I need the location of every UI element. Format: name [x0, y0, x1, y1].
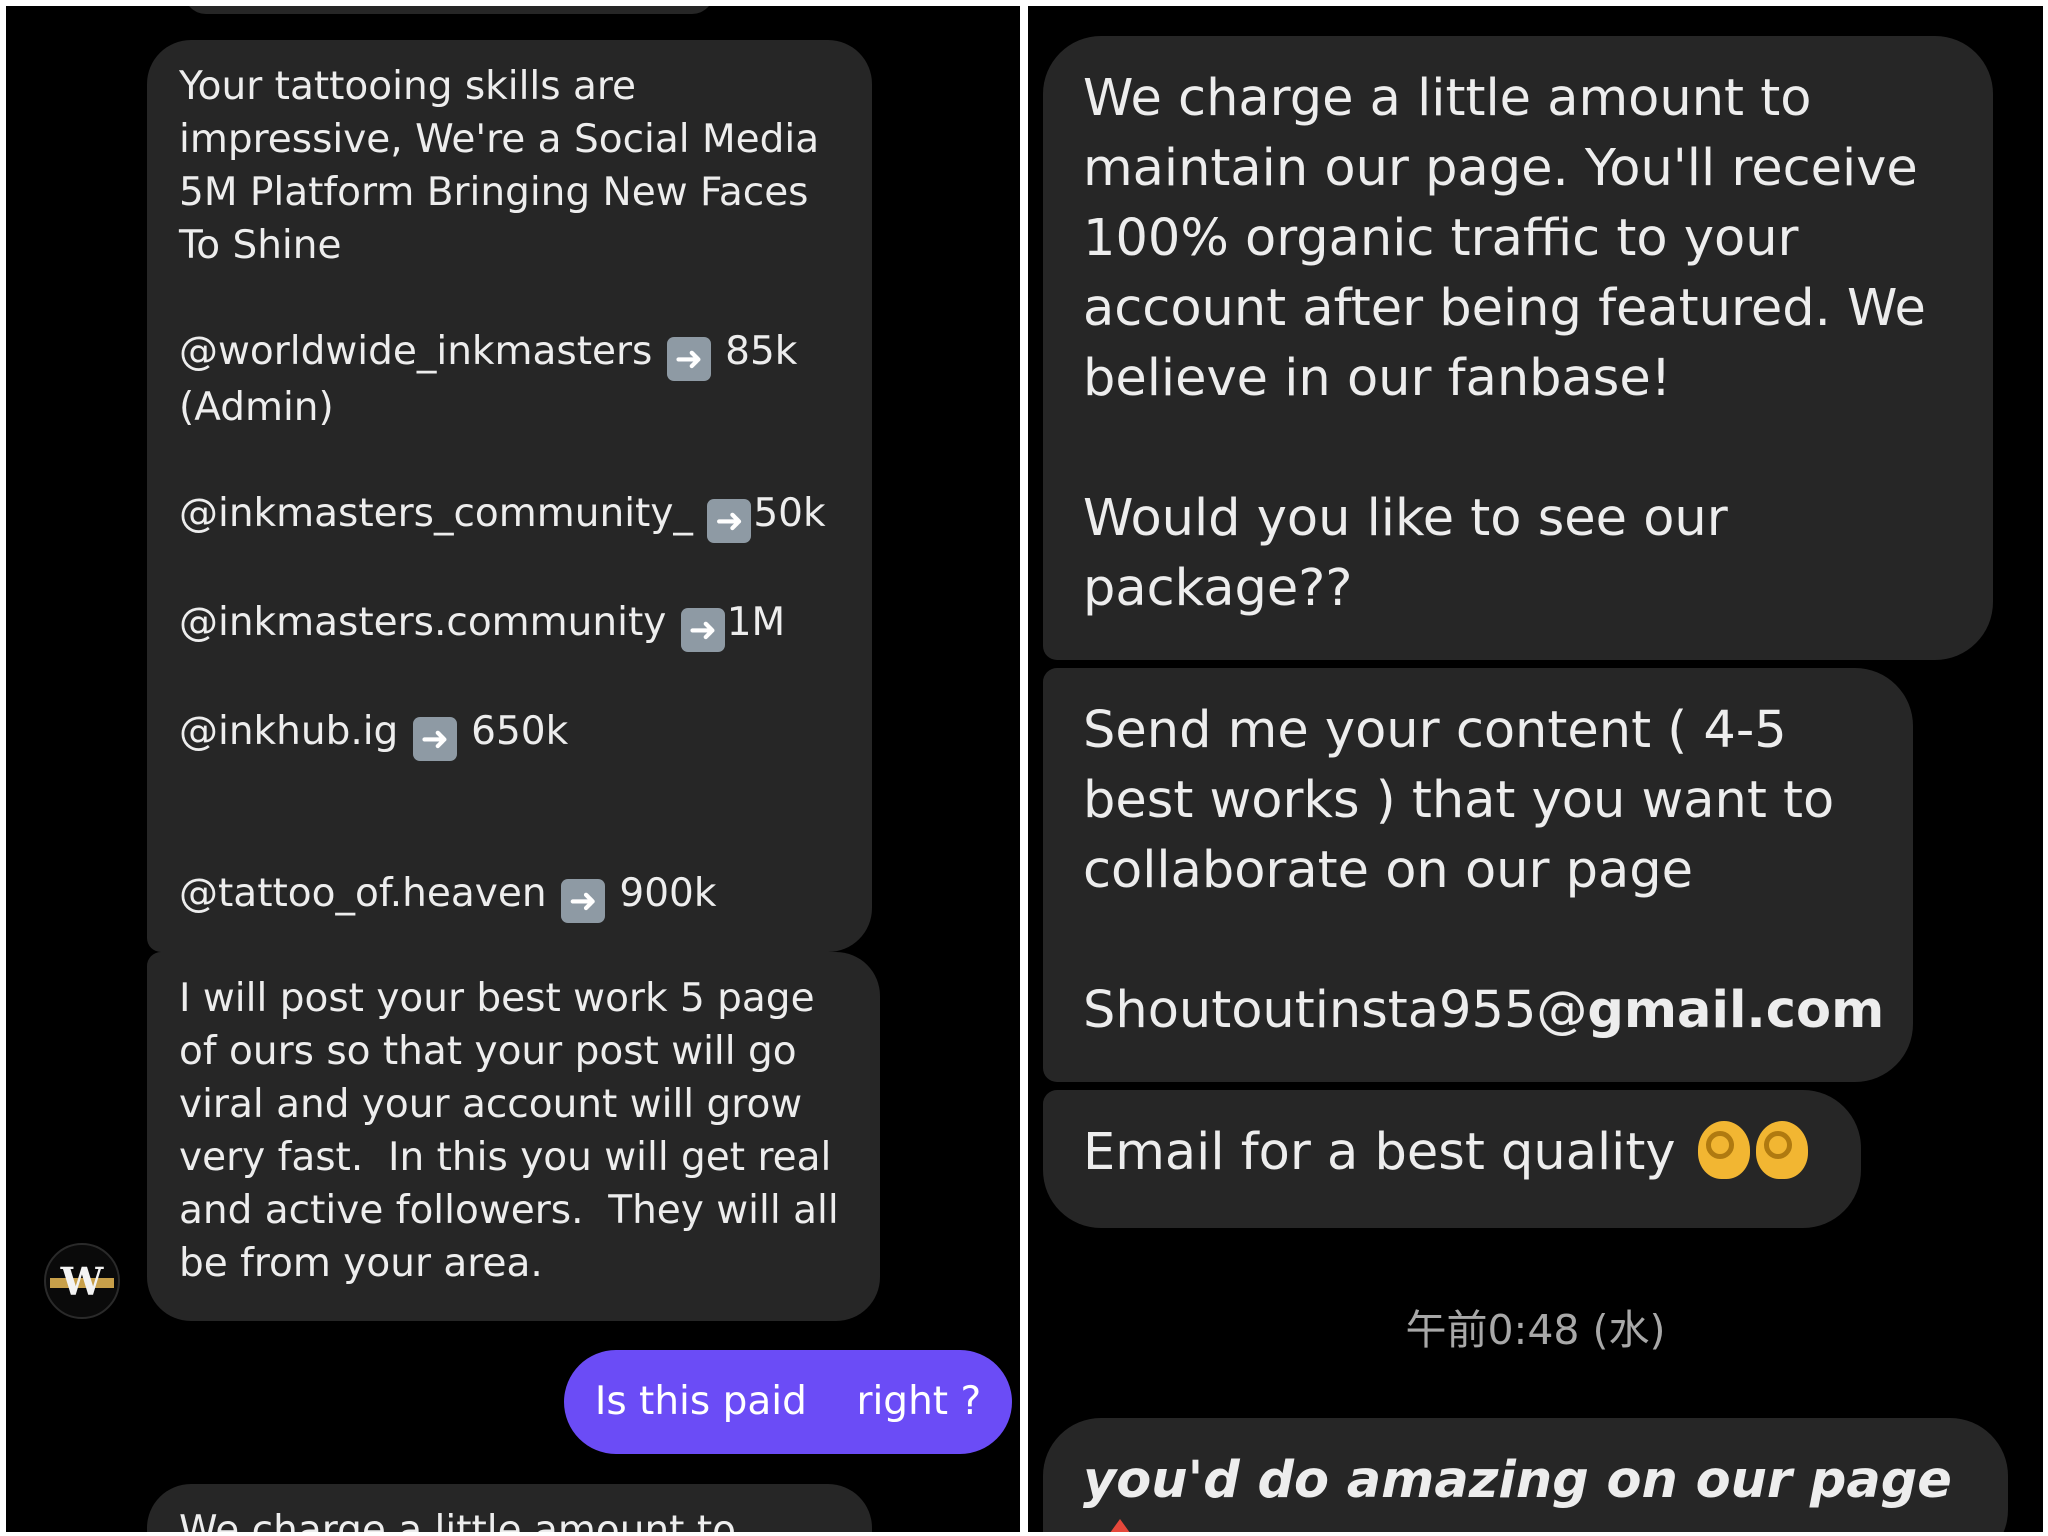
account-handle: @tattoo_of.heaven	[179, 871, 547, 916]
ok-hand-emoji-icon	[1697, 1121, 1750, 1179]
message-text: We charge a little amount to	[179, 1508, 737, 1532]
message-text: you'd do amazing on our page	[1083, 1451, 1952, 1510]
received-message-offer[interactable]: I will post your best work 5 page of our…	[147, 952, 880, 1321]
account-handle: @inkhub.ig	[179, 709, 399, 754]
message-text: We charge a little amount to maintain ou…	[1083, 69, 1926, 618]
account-handle: @worldwide_inkmasters	[179, 329, 653, 374]
ok-hand-emoji-icon	[1755, 1121, 1808, 1179]
received-message-email-quality[interactable]: Email for a best quality	[1043, 1090, 1861, 1228]
received-message-send-content[interactable]: Send me your content ( 4-5 best works ) …	[1043, 668, 1913, 1082]
account-count: 50k	[753, 491, 826, 536]
account-count: 1M	[726, 600, 786, 645]
right-arrow-icon: ➜	[707, 499, 752, 543]
account-count: 650k	[471, 709, 569, 754]
right-arrow-icon: ➜	[666, 337, 711, 381]
account-extra: (Admin)	[179, 385, 334, 430]
right-arrow-icon: ➜	[560, 879, 605, 923]
received-message-amazing[interactable]: you'd do amazing on our page	[1043, 1418, 2008, 1532]
avatar-logo-letter: W	[60, 1258, 104, 1304]
right-screenshot-panel: We charge a little amount to maintain ou…	[1028, 6, 2043, 1532]
right-arrow-icon: ➜	[680, 608, 725, 652]
sent-message-bubble[interactable]: Is this paid right ?	[564, 1350, 1012, 1454]
left-screenshot-panel: Your tattooing skills are impressive, We…	[6, 6, 1020, 1532]
previous-message-bubble-edge	[184, 6, 714, 14]
message-intro-text: Your tattooing skills are impressive, We…	[179, 64, 820, 268]
message-timestamp: 午前0:48 (水)	[1405, 1306, 1666, 1354]
received-message-charge[interactable]: We charge a little amount to maintain ou…	[1043, 36, 1993, 660]
account-handle: @inkmasters.community	[179, 600, 667, 645]
received-message-platform-intro[interactable]: Your tattooing skills are impressive, We…	[147, 40, 872, 952]
received-message-partial[interactable]: We charge a little amount to	[147, 1484, 872, 1532]
right-arrow-icon: ➜	[412, 717, 457, 761]
account-count: 85k	[725, 329, 798, 374]
account-count: 900k	[619, 871, 717, 916]
sender-avatar[interactable]: W	[44, 1243, 120, 1319]
account-handle: @inkmasters_community_	[179, 491, 693, 536]
email-domain-text: gmail.com	[1587, 981, 1885, 1040]
message-text: I will post your best work 5 page of our…	[179, 976, 839, 1286]
message-text: Email for a best quality	[1083, 1123, 1676, 1182]
outbox-tray-emoji-icon	[1093, 1519, 1147, 1532]
